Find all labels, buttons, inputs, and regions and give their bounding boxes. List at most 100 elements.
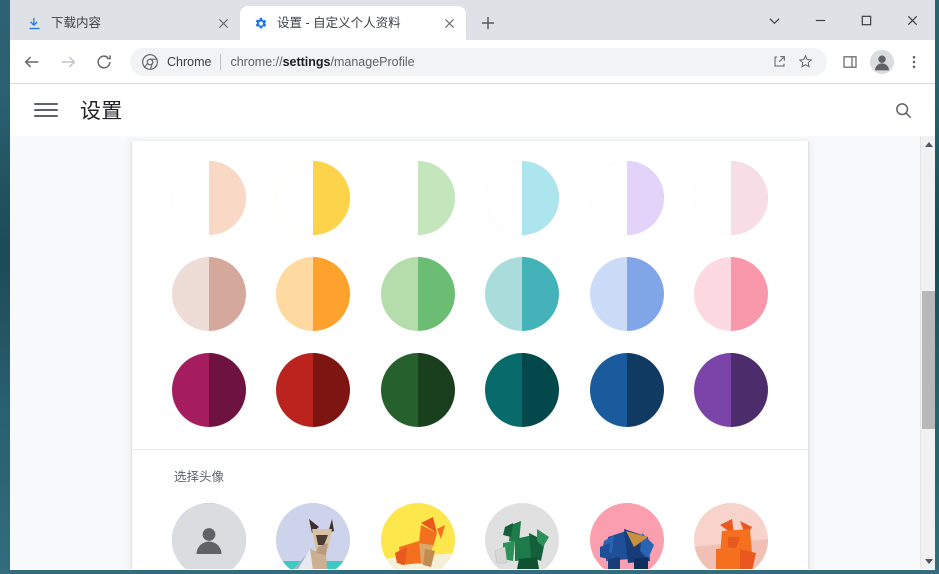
theme-swatch[interactable] [693,257,768,331]
elephant-avatar[interactable] [589,503,664,569]
swatch-half-left [276,353,314,427]
scroll-up-arrow[interactable] [921,136,935,152]
swatch-half-left [485,353,523,427]
swatch-half-left [380,161,418,235]
avatar-grid [172,503,768,569]
new-tab-button[interactable] [474,9,502,37]
theme-swatch[interactable] [589,257,664,331]
theme-swatch[interactable] [693,353,768,427]
swatch-half-left [172,257,209,331]
scrollbar-thumb[interactable] [922,291,935,429]
swatch-half-right [209,257,246,331]
settings-page: 设置 选择头像 [10,84,935,569]
security-chip-label: Chrome [167,54,212,69]
avatar-section: 选择头像 [132,450,808,569]
theme-swatch[interactable] [380,257,455,331]
theme-swatch[interactable] [485,257,560,331]
tab-close-button[interactable] [440,14,458,32]
tab-close-button[interactable] [214,14,232,32]
swatch-half-right [626,161,664,235]
address-bar[interactable]: Chrome chrome://settings/manageProfile [130,47,827,76]
url-prefix: chrome:// [230,54,283,69]
swatch-half-right [522,161,560,235]
tab-title: 下载内容 [51,16,102,30]
swatch-half-left [380,353,418,427]
omnibox-divider [220,53,222,70]
swatch-half-right [313,353,351,427]
page-scrollbar[interactable] [920,136,935,569]
share-icon[interactable] [767,50,791,74]
swatch-half-left [589,257,627,331]
maximize-button[interactable] [843,0,889,40]
theme-swatch[interactable] [172,257,246,331]
settings-scroll-viewport: 选择头像 [10,136,920,569]
swatch-half-right [626,257,664,331]
minimize-button[interactable] [797,0,843,40]
theme-swatch[interactable] [276,257,351,331]
back-button[interactable] [16,46,48,78]
swatch-half-right [417,353,455,427]
browser-window: 下载内容 设置 - 自定义个人资料 Chrome chrome://settin… [10,0,935,570]
theme-color-grid [132,141,808,449]
chrome-icon [142,53,158,70]
bookmark-star-icon[interactable] [793,50,817,74]
swatch-half-right [730,353,768,427]
elephant-origami-icon [599,529,654,569]
theme-swatch[interactable] [172,353,246,427]
theme-swatch[interactable] [380,161,455,235]
tab-title: 设置 - 自定义个人资料 [277,16,401,30]
avatar-section-label: 选择头像 [174,470,225,484]
theme-swatch[interactable] [276,161,351,235]
browser-toolbar: Chrome chrome://settings/manageProfile [10,40,935,84]
swatch-half-right [417,257,455,331]
fox-avatar[interactable] [380,503,455,569]
person-icon [196,528,222,554]
theme-swatch[interactable] [485,353,560,427]
swatch-half-right [313,257,351,331]
theme-swatch[interactable] [693,161,768,235]
hamburger-icon[interactable] [34,98,58,122]
swatch-half-right [522,257,560,331]
theme-swatch[interactable] [380,353,455,427]
theme-color-row [172,161,768,235]
side-panel-icon[interactable] [835,47,865,77]
theme-color-row [172,353,768,427]
settings-header: 设置 [10,84,935,136]
dragon-origami-icon [494,521,550,569]
swatch-half-right [730,161,768,235]
theme-swatch[interactable] [485,161,560,235]
theme-swatch[interactable] [589,161,664,235]
theme-color-row [172,257,768,331]
theme-swatch[interactable] [172,161,246,235]
swatch-half-left [485,161,523,235]
download-icon [26,15,42,31]
theme-swatch[interactable] [276,353,351,427]
profile-avatar-icon[interactable] [867,47,897,77]
dragon-avatar[interactable] [485,503,560,569]
three-dot-menu-icon[interactable] [899,47,929,77]
url-bold: settings [282,54,331,69]
swatch-half-left [172,161,209,235]
tab-downloads[interactable]: 下载内容 [14,6,240,40]
forward-button[interactable] [52,46,84,78]
search-icon[interactable] [887,94,919,126]
scroll-down-arrow[interactable] [921,553,935,569]
cat-avatar[interactable] [276,503,351,569]
swatch-half-right [209,353,246,427]
theme-swatch[interactable] [589,353,664,427]
swatch-half-left [589,353,627,427]
chevron-down-icon[interactable] [751,0,797,40]
page-title: 设置 [80,100,123,123]
omnibox-actions [757,50,817,74]
profile-customization-card: 选择头像 [132,141,808,569]
tab-settings[interactable]: 设置 - 自定义个人资料 [240,6,466,40]
reload-button[interactable] [88,46,120,78]
fox2-origami-icon [693,519,768,569]
swatch-half-right [730,257,768,331]
close-button[interactable] [889,0,935,40]
default-person-avatar[interactable] [172,503,246,569]
swatch-half-right [522,353,560,427]
window-controls [751,0,935,40]
fox2-avatar[interactable] [693,503,768,569]
swatch-half-right [417,161,455,235]
